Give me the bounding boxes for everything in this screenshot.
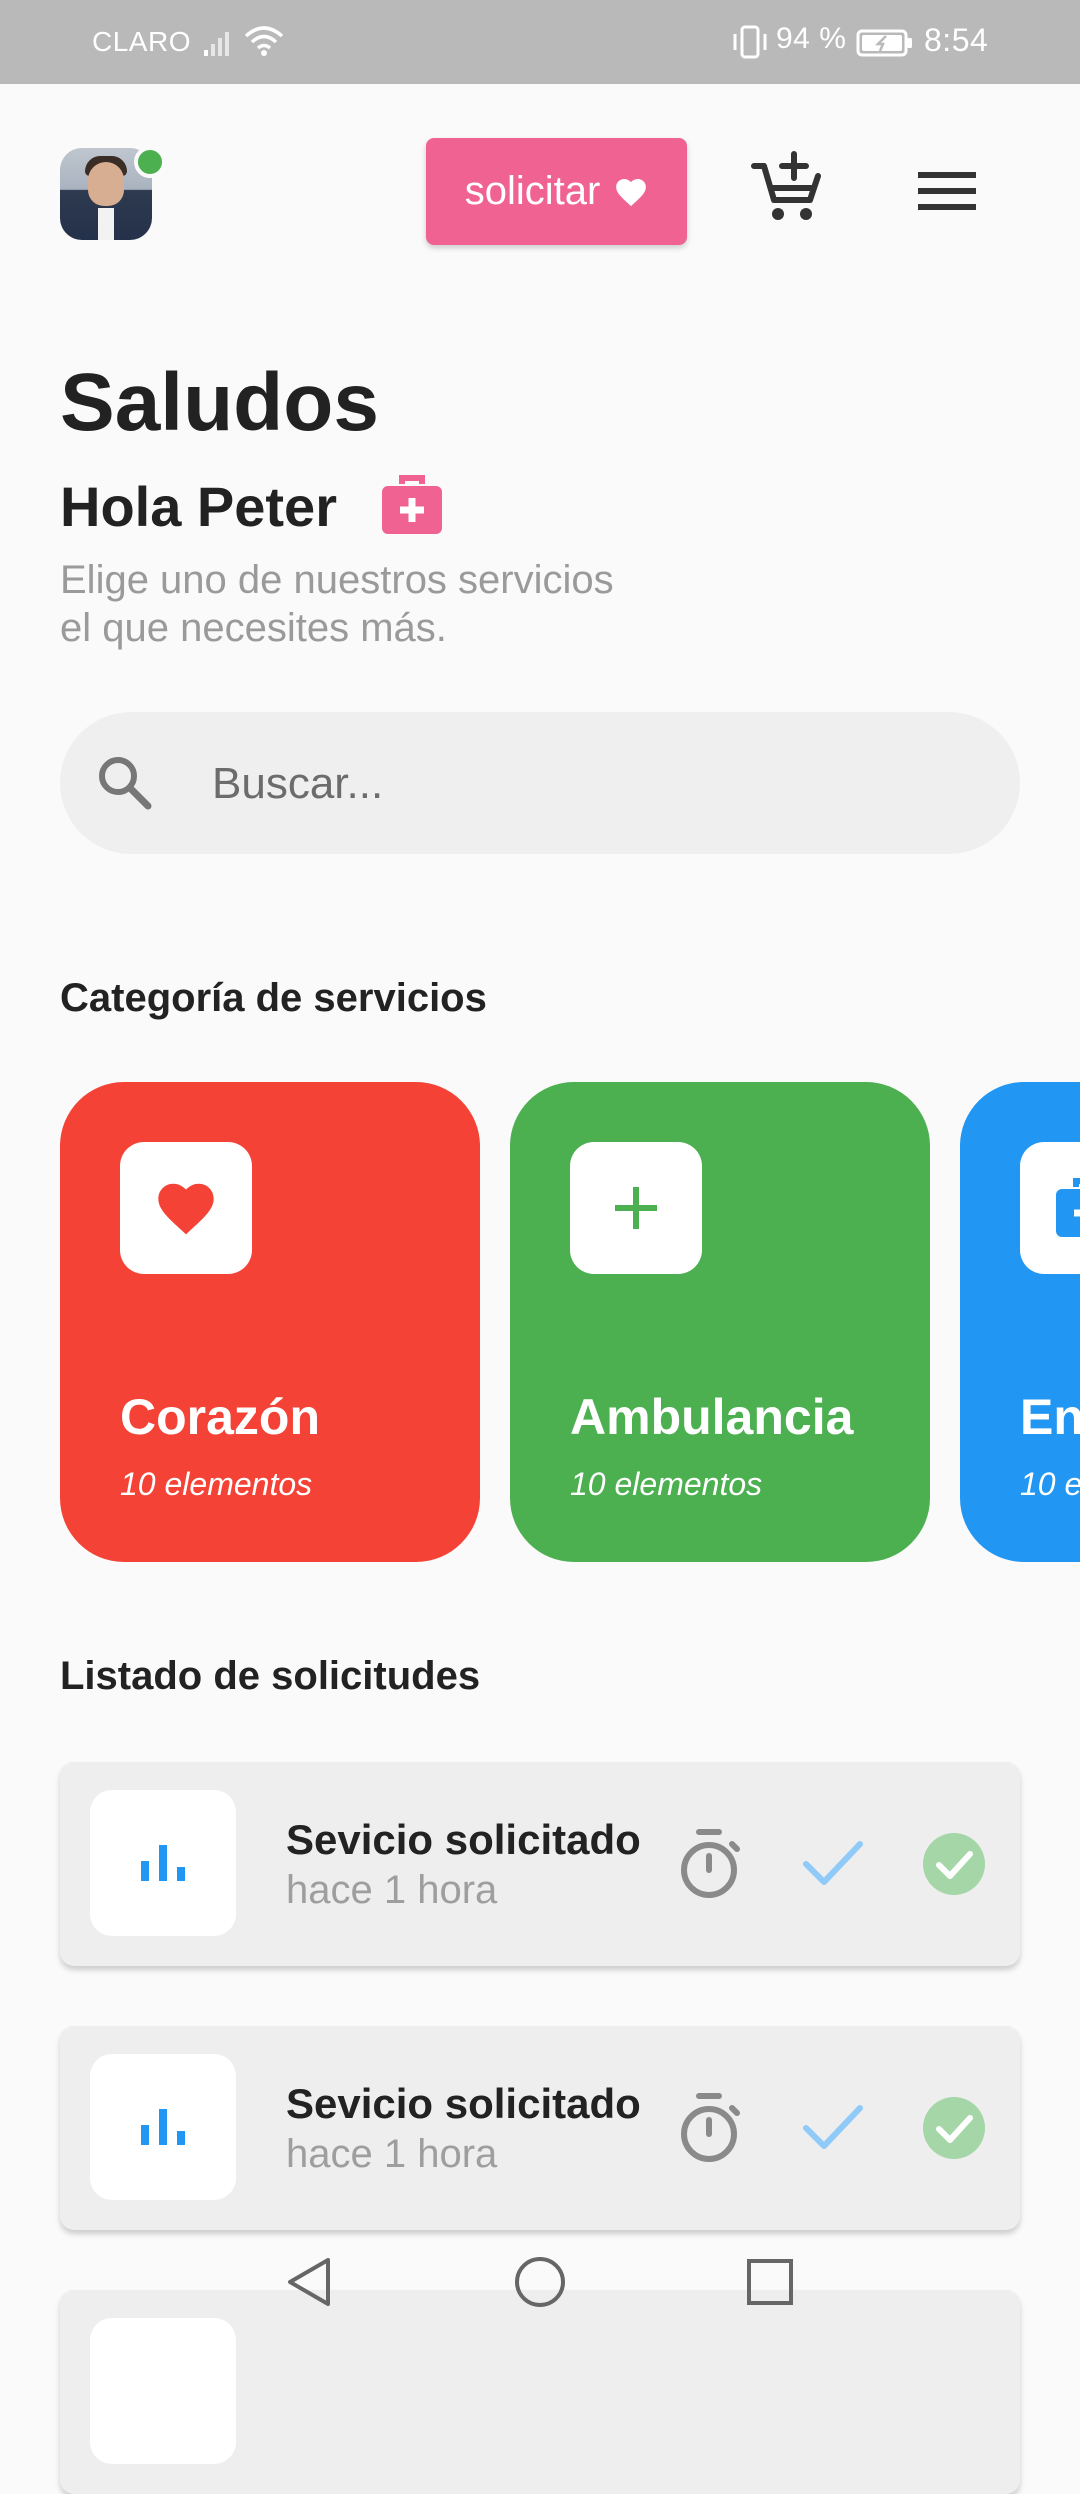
- heart-icon: [616, 178, 647, 206]
- recents-nav-icon[interactable]: [740, 2252, 800, 2312]
- requests-heading: Listado de solicitudes: [60, 1654, 481, 1698]
- category-count: 10 elementos: [1020, 1466, 1080, 1502]
- timer-icon[interactable]: [674, 2090, 744, 2166]
- request-icon-box: [90, 1790, 236, 1936]
- category-carousel[interactable]: Corazón 10 elementos Ambulancia 10 eleme…: [60, 1082, 1080, 1562]
- check-icon[interactable]: [800, 2094, 866, 2160]
- battery-icon: [856, 29, 912, 57]
- greeting-text: Hola Peter: [60, 475, 337, 538]
- status-bar: CLARO 94 % 8:54: [0, 0, 1080, 84]
- request-button-label: solicitar: [464, 169, 601, 213]
- search-bar[interactable]: [60, 712, 1020, 856]
- categories-heading: Categoría de servicios: [60, 976, 487, 1020]
- menu-icon[interactable]: [912, 160, 984, 220]
- request-time: hace 1 hora: [286, 2132, 498, 2176]
- category-card-ambulance[interactable]: Ambulancia 10 elementos: [510, 1082, 930, 1562]
- check-circle-icon[interactable]: [922, 2096, 986, 2160]
- request-title: Sevicio solicitado: [286, 1816, 641, 1863]
- battery-percent: 94 %: [776, 22, 847, 55]
- request-time: hace 1 hora: [286, 1868, 498, 1912]
- check-icon[interactable]: [800, 1830, 866, 1896]
- heart-icon: [158, 1183, 214, 1235]
- category-icon-box: [570, 1142, 702, 1274]
- page-title: Saludos: [60, 357, 379, 448]
- carrier-label: CLARO: [92, 26, 191, 57]
- bar-chart-icon: [141, 1845, 185, 1881]
- wifi-icon: [244, 26, 284, 56]
- category-icon-box: [1020, 1142, 1080, 1274]
- back-nav-icon[interactable]: [280, 2252, 340, 2312]
- vibrate-icon: [733, 25, 767, 59]
- category-count: 10 elementos: [120, 1466, 313, 1502]
- request-item[interactable]: [60, 2290, 1020, 2494]
- clock: 8:54: [924, 22, 989, 58]
- medkit-icon: [382, 475, 442, 534]
- medkit-icon: [1056, 1178, 1080, 1237]
- category-title: Enfermería: [1020, 1389, 1080, 1445]
- search-input[interactable]: [210, 712, 994, 856]
- home-nav-icon[interactable]: [510, 2252, 570, 2312]
- request-item[interactable]: Sevicio solicitado hace 1 hora: [60, 2026, 1020, 2230]
- plus-icon: [615, 1187, 657, 1229]
- signal-icon: [204, 32, 229, 56]
- subtitle: Elige uno de nuestros servicios el que n…: [60, 558, 614, 650]
- add-to-cart-icon[interactable]: [748, 150, 828, 230]
- request-button[interactable]: solicitar: [426, 138, 687, 245]
- category-icon-box: [120, 1142, 252, 1274]
- request-title: Sevicio solicitado: [286, 2080, 641, 2127]
- category-count: 10 elementos: [570, 1466, 763, 1502]
- timer-icon[interactable]: [674, 1826, 744, 1902]
- request-item[interactable]: Sevicio solicitado hace 1 hora: [60, 1762, 1020, 1966]
- category-title: Ambulancia: [570, 1389, 854, 1445]
- search-icon: [99, 757, 152, 810]
- category-title: Corazón: [120, 1389, 320, 1445]
- category-card-nursing[interactable]: Enfermería 10 elementos: [960, 1082, 1080, 1562]
- online-status-dot: [134, 146, 166, 178]
- check-circle-icon[interactable]: [922, 1832, 986, 1896]
- category-card-heart[interactable]: Corazón 10 elementos: [60, 1082, 480, 1562]
- bar-chart-icon: [141, 2109, 185, 2145]
- request-icon-box: [90, 2054, 236, 2200]
